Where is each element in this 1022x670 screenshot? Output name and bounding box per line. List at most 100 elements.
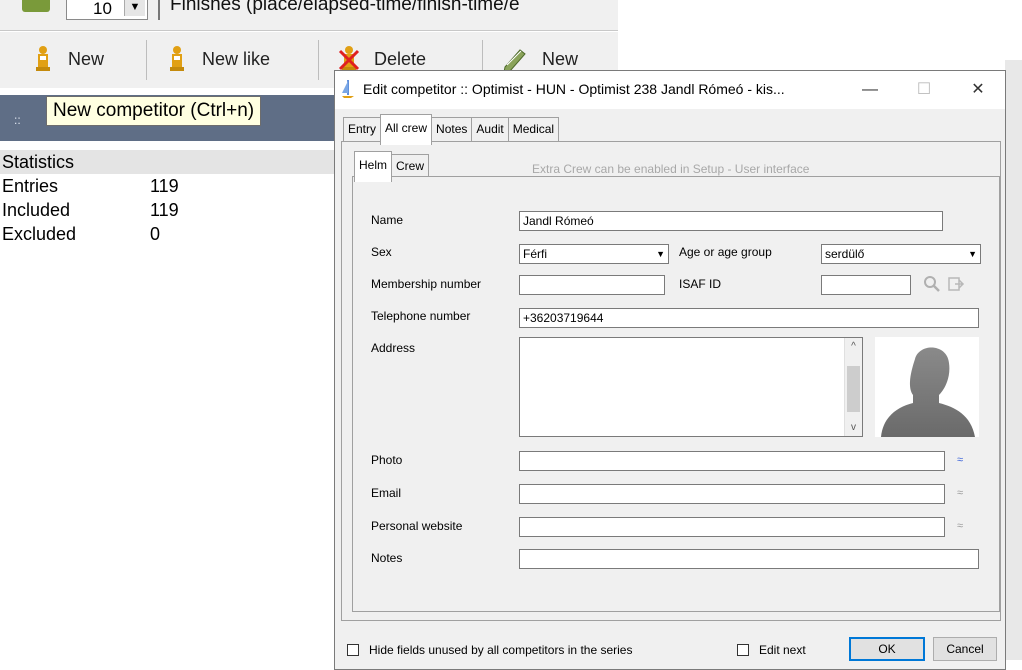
isaf-label: ISAF ID (679, 277, 722, 291)
name-field[interactable]: Jandl Rómeó (519, 211, 943, 231)
dialog-footer: Hide fields unused by all competitors in… (335, 627, 1005, 669)
maximize-icon: ☐ (916, 81, 932, 98)
new-entry-button-label: New (542, 48, 579, 69)
name-label: Name (371, 213, 404, 227)
crew-subtabs: Helm Crew (354, 151, 430, 182)
double-chevron-icon[interactable]: ≈ (957, 520, 963, 532)
sailboat-icon (341, 79, 355, 99)
email-label: Email (371, 486, 402, 500)
email-field[interactable] (519, 484, 945, 504)
sex-select-value: Férfi (523, 247, 547, 261)
tab-audit-label: Audit (476, 122, 504, 136)
edit-next-checkbox[interactable] (737, 644, 749, 656)
tab-medical-label: Medical (512, 122, 555, 136)
tab-entry-label: Entry (348, 122, 377, 136)
extra-crew-hint: Extra Crew can be enabled in Setup - Use… (532, 162, 810, 176)
grip-icon[interactable]: :: (14, 113, 21, 127)
isaf-field[interactable] (821, 275, 911, 295)
competitor-delete-icon (338, 45, 360, 73)
age-label: Age or age group (679, 245, 772, 259)
competitor-photo (875, 337, 979, 437)
hide-fields-label: Hide fields unused by all competitors in… (369, 643, 633, 657)
dialog-title: Edit competitor :: Optimist - HUN - Opti… (363, 81, 785, 97)
double-chevron-icon[interactable]: ≈ (957, 454, 963, 466)
finishes-column-label: Finishes (place/elapsed-time/finish-time… (170, 0, 520, 15)
tab-all-crew-label: All crew (385, 121, 428, 135)
import-icon[interactable] (947, 275, 965, 298)
competitor-add-icon (32, 45, 54, 73)
website-field[interactable] (519, 517, 945, 537)
new-button[interactable]: New (32, 42, 104, 76)
tab-notes[interactable]: Notes (431, 117, 473, 142)
toolbar-divider (146, 40, 147, 80)
dialog-titlebar[interactable]: Edit competitor :: Optimist - HUN - Opti… (335, 71, 1005, 109)
close-icon[interactable]: ✕ (955, 75, 1001, 105)
dialog-tabs: Entry All crew Notes Audit Medical (343, 114, 560, 145)
membership-label: Membership number (371, 277, 482, 291)
hide-fields-checkbox[interactable] (347, 644, 359, 656)
sex-select[interactable]: Férfi ▼ (519, 244, 669, 264)
sex-label: Sex (371, 245, 392, 259)
stats-value: 119 (150, 200, 179, 220)
chevron-up-icon[interactable]: ^ (845, 338, 862, 355)
photo-label: Photo (371, 453, 403, 467)
double-chevron-icon[interactable]: ≈ (957, 487, 963, 499)
edit-next-label: Edit next (759, 643, 806, 657)
tab-notes-label: Notes (436, 122, 468, 136)
minimize-icon[interactable]: — (847, 75, 893, 105)
new-like-button[interactable]: New like (166, 42, 270, 76)
membership-field[interactable] (519, 275, 665, 295)
competitor-copy-icon (166, 45, 188, 73)
address-field[interactable]: ^ v (519, 337, 863, 437)
chevron-down-icon[interactable]: ▼ (124, 0, 145, 16)
tab-helm[interactable]: Helm (354, 151, 393, 182)
count-combo-value: 10 (93, 0, 112, 18)
stats-label: Included (2, 200, 71, 220)
stats-row: Excluded 0 (0, 222, 340, 246)
statistics-title: Statistics (0, 150, 340, 174)
helm-panel: Name Jandl Rómeó Sex Férfi ▼ Age or age … (352, 176, 1000, 612)
new-button-label: New (68, 48, 105, 69)
finishes-icon (22, 0, 50, 12)
chevron-down-icon: ▼ (656, 249, 665, 259)
magnifier-icon[interactable] (923, 275, 941, 298)
avatar-silhouette-icon (881, 347, 975, 437)
chevron-down-icon[interactable]: v (845, 419, 862, 436)
background-top-strip: 10 ▼ Finishes (place/elapsed-time/finish… (0, 0, 618, 31)
stats-value: 119 (150, 176, 179, 196)
tab-audit[interactable]: Audit (471, 117, 509, 142)
age-select[interactable]: serdülő ▼ (821, 244, 981, 264)
notes-field[interactable] (519, 549, 979, 569)
divider (158, 0, 160, 20)
stats-label: Entries (2, 176, 59, 196)
photo-field[interactable] (519, 451, 945, 471)
scrollbar-thumb[interactable] (847, 366, 860, 412)
ok-button[interactable]: OK (849, 637, 925, 661)
tab-crew-label: Crew (396, 159, 425, 173)
tab-entry[interactable]: Entry (343, 117, 382, 142)
edit-competitor-dialog: Edit competitor :: Optimist - HUN - Opti… (334, 70, 1006, 670)
cancel-button[interactable]: Cancel (933, 637, 997, 661)
address-scrollbar[interactable]: ^ v (844, 338, 862, 436)
stats-label: Excluded (2, 224, 77, 244)
address-label: Address (371, 341, 416, 355)
new-like-button-label: New like (202, 48, 271, 69)
stats-value: 0 (150, 224, 161, 244)
delete-button-label: Delete (374, 48, 427, 69)
count-combo[interactable]: 10 ▼ (66, 0, 148, 20)
all-crew-panel: Helm Crew Extra Crew can be enabled in S… (341, 141, 1001, 621)
tab-medical[interactable]: Medical (507, 117, 560, 142)
website-label: Personal website (371, 519, 463, 533)
stats-row: Included 119 (0, 198, 340, 222)
tab-helm-label: Helm (359, 158, 388, 172)
telephone-label: Telephone number (371, 309, 471, 323)
toolbar-divider (318, 40, 319, 80)
notes-label: Notes (371, 551, 403, 565)
tab-all-crew[interactable]: All crew (380, 114, 433, 145)
telephone-field[interactable]: +36203719644 (519, 308, 979, 328)
chevron-down-icon: ▼ (968, 249, 977, 259)
pencil-icon (502, 45, 528, 73)
tooltip: New competitor (Ctrl+n) (46, 96, 262, 126)
stats-row: Entries 119 (0, 174, 340, 198)
background-right-edge (1005, 60, 1022, 660)
